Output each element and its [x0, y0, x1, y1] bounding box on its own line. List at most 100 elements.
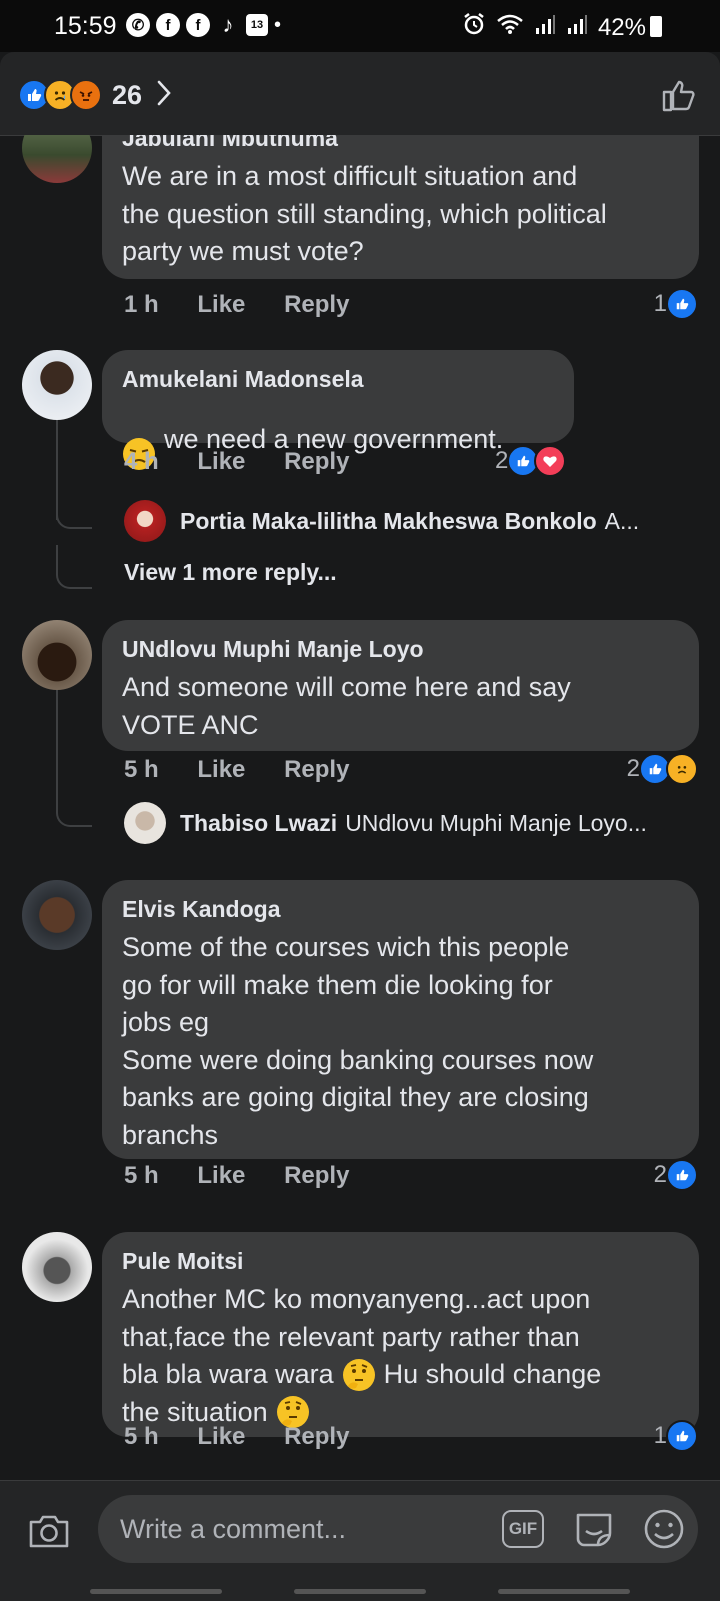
facebook-icon: f — [186, 13, 210, 37]
comment-bubble: UNdlovu Muphi Manje Loyo And someone wil… — [102, 620, 699, 751]
thread-connector — [56, 515, 92, 529]
reply-button[interactable]: Reply — [284, 1423, 349, 1450]
status-time: 15:59 — [54, 12, 117, 40]
reply-button[interactable]: Reply — [284, 291, 349, 318]
comment-text-line: that,face the relevant party rather than — [122, 1321, 580, 1352]
comment-reactions[interactable]: 1 — [654, 1420, 698, 1452]
comment-text-line: bla bla wara wara — [122, 1359, 334, 1389]
chevron-right-icon[interactable] — [156, 80, 172, 111]
view-more-replies-link[interactable]: View 1 more reply... — [124, 559, 337, 586]
battery-level: 42% — [597, 13, 646, 41]
comment-author[interactable]: UNdlovu Muphi Manje Loyo — [122, 636, 679, 663]
reply-button[interactable]: Reply — [284, 1162, 349, 1189]
comment-actions: 4 h Like Reply — [124, 448, 381, 476]
reactions-header: 26 — [0, 52, 720, 136]
nav-back-handle[interactable] — [498, 1589, 630, 1594]
reaction-count: 2 — [626, 755, 640, 782]
comment-bubble: Jabulani Mbuthuma We are in a most diffi… — [102, 135, 699, 279]
like-icon — [666, 288, 698, 320]
comment-time: 5 h — [124, 756, 159, 783]
comment-time: 1 h — [124, 291, 159, 318]
nav-recents-handle[interactable] — [90, 1589, 222, 1594]
like-post-button[interactable] — [662, 78, 698, 117]
reaction-count: 1 — [653, 290, 667, 317]
reply-button[interactable]: Reply — [284, 756, 349, 783]
more-notifications-dot-icon: • — [274, 13, 282, 36]
comment-time: 5 h — [124, 1423, 159, 1450]
reply-author[interactable]: Portia Maka-lilitha Makheswa Bonkolo — [180, 508, 597, 534]
comment-author[interactable]: Jabulani Mbuthuma — [122, 135, 679, 152]
whatsapp-icon: ✆ — [126, 13, 150, 37]
signal-icon — [566, 14, 588, 42]
comment-author[interactable]: Pule Moitsi — [122, 1248, 679, 1275]
avatar[interactable] — [124, 802, 166, 844]
reaction-count: 2 — [653, 1161, 667, 1188]
comment-bubble: Elvis Kandoga Some of the courses wich t… — [102, 880, 699, 1159]
comment-text: We are in a most difficult situation and… — [122, 161, 607, 266]
comment-text-line: Hu should change — [383, 1359, 602, 1389]
nav-home-handle[interactable] — [294, 1589, 426, 1594]
love-icon — [534, 445, 567, 477]
thinking-emoji-icon — [342, 1358, 376, 1392]
reply-preview[interactable]: Thabiso Lwazi UNdlovu Muphi Manje Loyo... — [180, 810, 647, 837]
avatar[interactable] — [22, 350, 92, 420]
comment-author[interactable]: Elvis Kandoga — [122, 896, 679, 923]
like-comment-button[interactable]: Like — [197, 448, 245, 475]
comment-time: 4 h — [124, 448, 159, 475]
comment-text: And someone will come here and say VOTE … — [122, 672, 571, 740]
thread-connector — [56, 690, 92, 827]
comment-author[interactable]: Amukelani Madonsela — [122, 366, 554, 393]
angry-icon — [70, 79, 102, 111]
notification-icons: ✆ f f ♪ 13 • — [126, 12, 282, 37]
like-comment-button[interactable]: Like — [197, 756, 245, 783]
calendar-icon: 13 — [246, 14, 268, 36]
comment-text: Another MC ko monyanyeng...act upon that… — [122, 1281, 679, 1431]
comment-text-line: Another MC ko monyanyeng...act upon — [122, 1284, 591, 1314]
reaction-count: 2 — [495, 447, 509, 474]
like-icon — [666, 1159, 698, 1191]
comment-reactions[interactable]: 1 — [654, 288, 698, 320]
comment-bubble: Pule Moitsi Another MC ko monyanyeng...a… — [102, 1232, 699, 1437]
status-bar: 15:59 ✆ f f ♪ 13 • 42% — [0, 0, 720, 52]
comment-text: Some of the courses wich this people go … — [122, 932, 594, 1150]
comment-reactions[interactable]: 2 — [654, 1159, 698, 1191]
reply-author[interactable]: Thabiso Lwazi — [180, 810, 337, 836]
like-comment-button[interactable]: Like — [197, 1423, 245, 1450]
sad-icon — [666, 753, 698, 785]
emoji-icon[interactable] — [642, 1507, 686, 1556]
facebook-icon: f — [156, 13, 180, 37]
comments-feed[interactable]: Jabulani Mbuthuma We are in a most diffi… — [0, 135, 720, 1480]
reply-preview[interactable]: Portia Maka-lilitha Makheswa Bonkolo A... — [180, 508, 639, 535]
like-comment-button[interactable]: Like — [197, 291, 245, 318]
comment-reactions[interactable]: 2 — [627, 753, 698, 785]
battery-icon — [650, 16, 662, 37]
gif-button[interactable]: GIF — [502, 1510, 544, 1548]
comment-actions: 5 h Like Reply — [124, 756, 381, 784]
like-icon — [666, 1420, 698, 1452]
avatar[interactable] — [22, 135, 92, 183]
like-comment-button[interactable]: Like — [197, 1162, 245, 1189]
comment-composer: GIF — [0, 1480, 720, 1601]
comment-actions: 5 h Like Reply — [124, 1423, 381, 1451]
wifi-icon — [496, 13, 524, 42]
reactions-summary[interactable]: 26 — [18, 79, 172, 111]
sticker-icon[interactable] — [572, 1507, 616, 1556]
signal-icon — [534, 14, 556, 42]
avatar[interactable] — [22, 1232, 92, 1302]
camera-icon[interactable] — [28, 1513, 70, 1554]
comment-actions: 5 h Like Reply — [124, 1162, 381, 1190]
tiktok-icon: ♪ — [222, 12, 234, 37]
comment-bubble: Amukelani Madonsela we need a new govern… — [102, 350, 574, 470]
thread-line — [56, 420, 58, 520]
system-icons: 42% — [462, 12, 646, 43]
reply-text: A... — [604, 508, 640, 534]
comment-actions: 1 h Like Reply — [124, 291, 381, 319]
thread-connector — [56, 545, 92, 589]
reply-button[interactable]: Reply — [284, 448, 349, 475]
reply-text: UNdlovu Muphi Manje Loyo... — [345, 810, 647, 836]
avatar[interactable] — [22, 880, 92, 950]
comment-reactions[interactable]: 2 — [495, 445, 567, 477]
reaction-count: 1 — [653, 1422, 667, 1449]
avatar[interactable] — [124, 500, 166, 542]
avatar[interactable] — [22, 620, 92, 690]
